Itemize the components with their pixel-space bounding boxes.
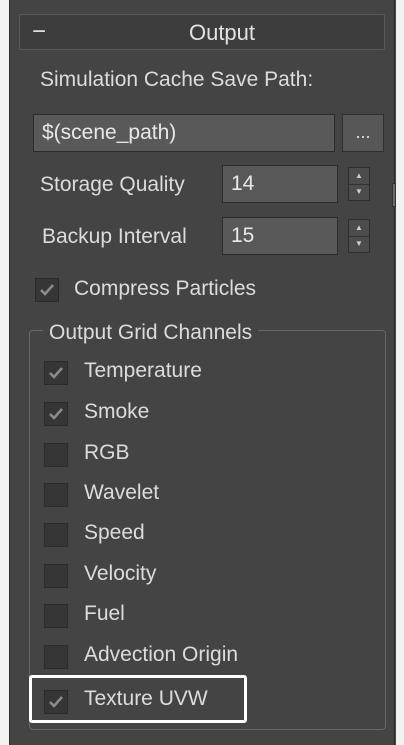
spinner-up-icon[interactable]: ▲: [349, 220, 369, 237]
cache-path-label: Simulation Cache Save Path:: [40, 68, 314, 91]
smoke-label: Smoke: [84, 400, 150, 423]
rgb-label: RGB: [84, 441, 130, 464]
temperature-label: Temperature: [84, 359, 202, 382]
rollout-title: Output: [188, 20, 256, 45]
storage-quality-input[interactable]: [222, 165, 338, 203]
backup-interval-label: Backup Interval: [42, 225, 187, 248]
storage-quality-spinner[interactable]: ▲ ▼: [348, 167, 370, 201]
smoke-checkbox[interactable]: [44, 402, 68, 426]
checkmark-icon: [49, 408, 63, 420]
window-edge-right: [396, 0, 404, 745]
fuel-checkbox[interactable]: [44, 604, 68, 628]
panel-resize-grip[interactable]: [392, 183, 396, 207]
velocity-checkbox[interactable]: [44, 564, 68, 588]
velocity-label: Velocity: [84, 562, 157, 585]
compress-particles-label: Compress Particles: [74, 277, 257, 300]
speed-label: Speed: [84, 521, 145, 544]
wavelet-label: Wavelet: [84, 481, 160, 504]
storage-quality-label: Storage Quality: [40, 173, 185, 196]
temperature-checkbox[interactable]: [44, 361, 68, 385]
window-edge-left: [0, 0, 9, 745]
compress-particles-checkbox[interactable]: [35, 278, 59, 302]
checkmark-icon: [49, 367, 63, 379]
checkmark-icon: [40, 284, 54, 296]
rgb-checkbox[interactable]: [44, 443, 68, 467]
texture-uvw-highlight: [29, 675, 247, 723]
output-rollout-header[interactable]: − Output: [19, 14, 385, 50]
spinner-down-icon[interactable]: ▼: [349, 236, 369, 252]
grid-channels-title: Output Grid Channels: [43, 320, 259, 346]
backup-interval-spinner[interactable]: ▲ ▼: [348, 219, 370, 253]
wavelet-checkbox[interactable]: [44, 483, 68, 507]
backup-interval-input[interactable]: [222, 217, 338, 255]
spinner-up-icon[interactable]: ▲: [349, 168, 369, 185]
advection-origin-checkbox[interactable]: [44, 645, 68, 669]
browse-path-button[interactable]: ...: [342, 114, 384, 152]
fuel-label: Fuel: [84, 602, 125, 625]
cache-path-input[interactable]: [33, 114, 335, 152]
spinner-down-icon[interactable]: ▼: [349, 184, 369, 200]
grid-channels-group: [29, 330, 386, 730]
speed-checkbox[interactable]: [44, 523, 68, 547]
advection-origin-label: Advection Origin: [84, 643, 239, 666]
